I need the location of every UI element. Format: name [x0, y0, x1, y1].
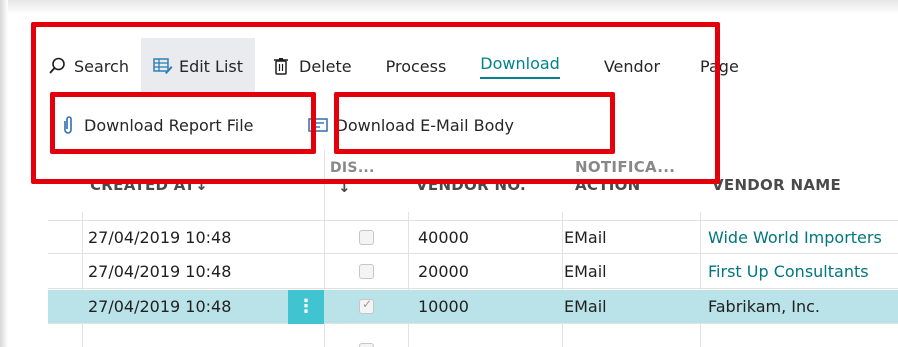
table-row-empty — [48, 325, 898, 347]
window-shadow — [0, 0, 898, 14]
cell-created-at: 27/04/2019 10:48 — [88, 297, 232, 316]
download-email-body-label: Download E-Mail Body — [335, 115, 514, 135]
edit-list-label: Edit List — [178, 56, 244, 76]
delete-label: Delete — [299, 56, 352, 76]
column-disabled-sort: ↓ — [338, 178, 351, 196]
paperclip-icon — [62, 115, 74, 135]
column-disabled[interactable]: DIS... — [330, 160, 375, 176]
cell-vendor-name[interactable]: First Up Consultants — [708, 255, 898, 289]
cell-created-at: 27/04/2019 10:48 — [88, 228, 232, 247]
search-label: Search — [74, 56, 129, 76]
search-icon — [48, 57, 66, 75]
edit-list-button[interactable]: Edit List — [140, 38, 256, 94]
cell-vendor-no: 40000 — [418, 228, 469, 247]
tab-vendor[interactable]: Vendor — [572, 38, 672, 94]
cell-action: EMail — [564, 228, 607, 247]
search-button[interactable]: Search — [36, 38, 141, 94]
download-label: Download — [480, 54, 560, 79]
cell-vendor-name[interactable]: Wide World Importers — [708, 221, 898, 255]
column-notification-action[interactable]: NOTIFICA... — [575, 158, 675, 176]
cell-created-at: 27/04/2019 10:48 — [88, 262, 232, 281]
column-vendor-name[interactable]: VENDOR NAME — [712, 176, 841, 194]
table-row[interactable]: 27/04/2019 10:48 20000 EMail First Up Co… — [48, 255, 898, 289]
delete-button[interactable]: Delete — [261, 38, 364, 94]
action-bar: Search Edit List Delete Process Download… — [36, 38, 898, 94]
cell-action: EMail — [564, 297, 607, 316]
disabled-checkbox[interactable] — [359, 264, 374, 279]
edit-list-icon — [153, 57, 173, 75]
cell-vendor-no: 10000 — [418, 297, 469, 316]
tab-page[interactable]: Page — [672, 38, 751, 94]
row-menu-button[interactable]: ⋮ — [288, 290, 324, 324]
tab-process[interactable]: Process — [364, 38, 459, 94]
table-row[interactable]: 27/04/2019 10:48 40000 EMail Wide World … — [48, 220, 898, 254]
column-vendor-no[interactable]: VENDOR NO. — [416, 176, 526, 194]
download-email-body-button[interactable]: Download E-Mail Body — [298, 103, 524, 147]
disabled-checkbox — [359, 343, 374, 347]
table-header: CREATED AT↓ DIS... ↓ VENDOR NO. NOTIFICA… — [48, 150, 898, 210]
disabled-checkbox[interactable] — [359, 230, 374, 245]
window-edge — [0, 0, 8, 347]
vendor-label: Vendor — [603, 56, 661, 76]
window: Search Edit List Delete Process Download… — [0, 0, 898, 347]
download-report-file-label: Download Report File — [84, 115, 254, 135]
trash-icon — [273, 57, 291, 75]
download-report-file-button[interactable]: Download Report File — [52, 103, 264, 147]
cell-action: EMail — [564, 262, 607, 281]
column-notification-action-line2: ACTION — [575, 176, 641, 194]
mail-body-icon — [307, 117, 328, 133]
cell-vendor-name[interactable]: Fabrikam, Inc. — [708, 290, 898, 324]
download-subactions: Download Report File Download E-Mail Bod… — [52, 96, 524, 154]
column-created-at[interactable]: CREATED AT↓ — [90, 176, 208, 194]
disabled-checkbox[interactable] — [359, 297, 374, 314]
table-row-selected[interactable]: 27/04/2019 10:48 ⋮ 10000 EMail Fabrikam,… — [48, 290, 898, 324]
cell-vendor-no: 20000 — [418, 262, 469, 281]
tab-download[interactable]: Download — [458, 38, 572, 94]
page-label: Page — [700, 56, 739, 76]
process-label: Process — [385, 56, 447, 76]
